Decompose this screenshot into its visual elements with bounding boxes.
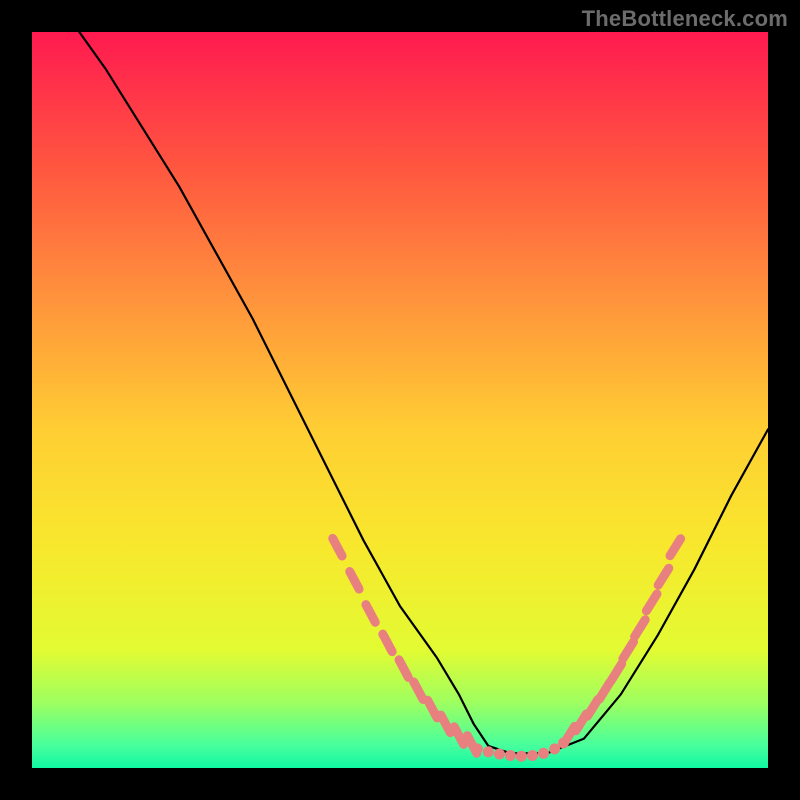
watermark-label: TheBottleneck.com (582, 6, 788, 32)
bottleneck-chart (32, 32, 768, 768)
curve-line (69, 32, 768, 753)
gradient-plot-area (32, 32, 768, 768)
right-segment-marks (564, 539, 681, 744)
left-segment-marks (333, 538, 477, 753)
